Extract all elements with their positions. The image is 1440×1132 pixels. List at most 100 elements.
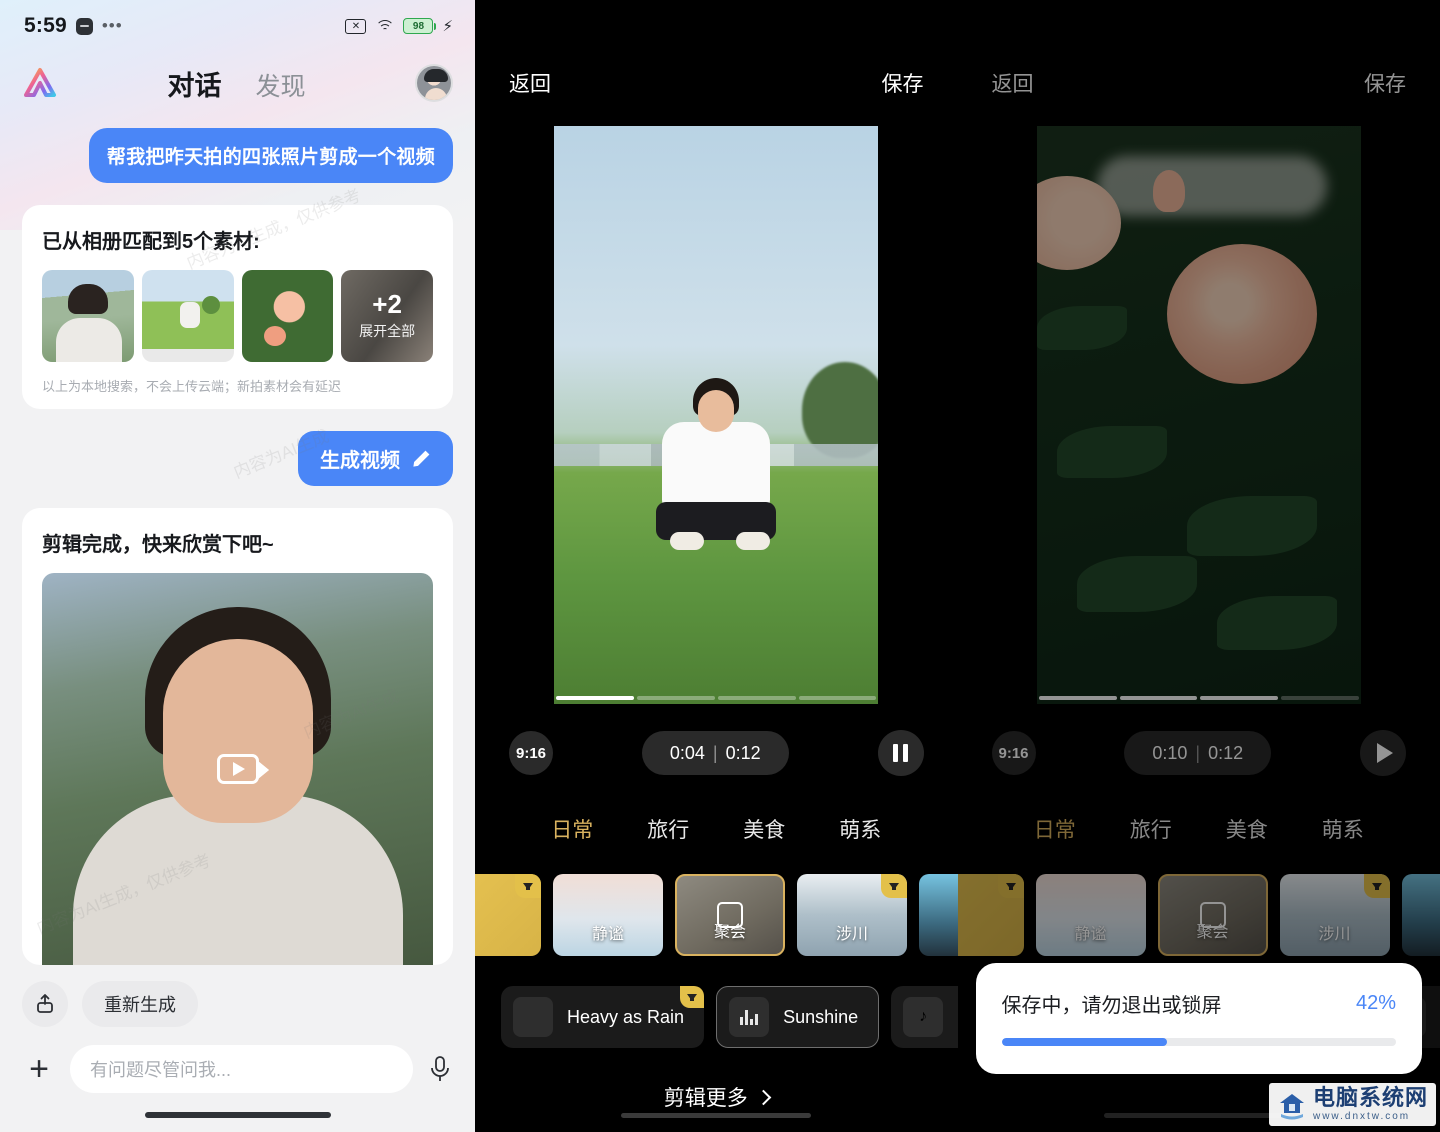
- total-time-label: 0:12: [725, 742, 761, 763]
- preview-scene-grass: [554, 126, 879, 704]
- saving-progress-fill: [1001, 1038, 1168, 1046]
- chat-action-bar: 重新生成: [0, 965, 475, 1027]
- tab-cute[interactable]: 萌系: [839, 814, 881, 844]
- chevron-right-icon: [755, 1089, 772, 1105]
- dnxtw-site-name: 电脑系统网: [1312, 1085, 1428, 1111]
- tab-daily[interactable]: 日常: [551, 814, 593, 844]
- status-bar-right: ✕ 98 ⚡: [345, 18, 453, 34]
- asset-thumbnail[interactable]: [141, 270, 234, 362]
- video-editor-panel-left: 返回 保存 9:16 0:04 | 0:12 日常 旅行 美食 萌系 静谧 聚会…: [475, 0, 958, 1132]
- regenerate-button[interactable]: 重新生成: [82, 981, 198, 1027]
- tab-conversation[interactable]: 对话: [167, 64, 221, 103]
- music-item-selected[interactable]: Sunshine: [716, 986, 880, 1048]
- template-item[interactable]: 涉川: [797, 874, 907, 956]
- editor-topbar-left: 返回 保存: [475, 0, 958, 98]
- tab-food[interactable]: 美食: [743, 814, 785, 844]
- dnxtw-text-block: 电脑系统网 www.dnxtw.com: [1313, 1087, 1428, 1122]
- video-preview-left[interactable]: [554, 126, 879, 704]
- saving-percent-label: 42%: [1355, 992, 1396, 1014]
- template-list-left[interactable]: 静谧 聚会 涉川 虹: [475, 844, 958, 956]
- download-badge[interactable]: [881, 874, 907, 898]
- matched-assets-card: 已从相册匹配到5个素材: +2 展开全部 以上为本地搜索，不会上传云端；新拍素材…: [22, 205, 453, 409]
- download-badge[interactable]: [515, 874, 541, 898]
- asset-thumbnail[interactable]: [42, 270, 134, 362]
- music-name: Sunshine: [783, 1006, 859, 1027]
- generate-video-button[interactable]: 生成视频: [298, 431, 453, 486]
- template-item-selected[interactable]: 聚会: [675, 874, 785, 956]
- video-editor-panel-right: 返回 保存 9:16 0:10 | 0:12 日常 旅行 美食 萌系 静谧 聚会…: [957, 0, 1440, 1132]
- pause-button[interactable]: [877, 730, 924, 776]
- battery-level-label: 98: [412, 20, 425, 32]
- chat-composer: + 有问题尽管问我...: [0, 1027, 475, 1093]
- time-separator: |: [712, 742, 718, 763]
- playback-controls-left: 9:16 0:04 | 0:12: [475, 704, 958, 776]
- status-bar-left: 5:59 •••: [24, 14, 123, 38]
- share-button[interactable]: [22, 981, 68, 1027]
- edit-template-icon[interactable]: [717, 902, 743, 928]
- charging-bolt-icon: ⚡: [442, 17, 453, 35]
- preview-face-shape: [162, 639, 313, 823]
- template-category-tabs-left: 日常 旅行 美食 萌系: [475, 776, 958, 844]
- expand-all-thumbnail[interactable]: +2 展开全部: [341, 270, 433, 362]
- add-attachment-icon[interactable]: +: [22, 1052, 56, 1086]
- tab-discover[interactable]: 发现: [255, 67, 305, 103]
- music-item[interactable]: Heavy as Rain: [501, 986, 705, 1048]
- app-logo-icon: [22, 66, 58, 100]
- clip-progress-bar-left[interactable]: [554, 696, 878, 700]
- home-indicator: [621, 1113, 812, 1118]
- time-indicator: 0:04 | 0:12: [641, 731, 789, 775]
- battery-icon: 98: [403, 18, 437, 34]
- result-video-card: 剪辑完成，快来欣赏下吧~: [22, 508, 453, 965]
- music-list-left[interactable]: ♫ Heavy as Rain Sunshine ♪ Nice Guy: [475, 956, 958, 1048]
- editor-panels: 返回 保存 9:16 0:04 | 0:12 日常 旅行 美食 萌系 静谧 聚会…: [475, 0, 1440, 1132]
- house-logo-icon: [1277, 1090, 1307, 1120]
- chat-tab-bar: 对话 发现: [58, 64, 415, 103]
- template-label: 静谧: [591, 926, 624, 943]
- no-sim-icon: ✕: [345, 18, 367, 34]
- template-item[interactable]: [475, 874, 541, 956]
- dnxtw-site-url: www.dnxtw.com: [1312, 1111, 1411, 1122]
- more-editing-label: 剪辑更多: [663, 1087, 748, 1110]
- chat-phone-panel: 5:59 ••• ✕ 98 ⚡ 对话 发现 帮我把昨天拍的四张照片剪成一个视频 …: [0, 0, 475, 1132]
- home-indicator: [144, 1112, 331, 1118]
- scene-person-shoe: [736, 532, 771, 550]
- scene-person-shoe: [670, 532, 705, 550]
- music-item[interactable]: ♪ Nice Guy: [891, 986, 958, 1048]
- saving-message: 保存中，请勿退出或锁屏: [1001, 995, 1222, 1017]
- status-overflow-dots: •••: [101, 16, 123, 35]
- equalizer-icon: [740, 1009, 759, 1025]
- dnxtw-watermark: 电脑系统网 www.dnxtw.com: [1268, 1083, 1436, 1126]
- saving-progress-dialog: 保存中，请勿退出或锁屏 42%: [975, 963, 1422, 1074]
- local-search-note: 以上为本地搜索，不会上传云端；新拍素材会有延迟: [42, 379, 342, 394]
- scene-person-face: [698, 390, 735, 432]
- notification-app-icon: [75, 17, 93, 35]
- regenerate-label: 重新生成: [104, 995, 176, 1015]
- saving-dialog-row: 保存中，请勿退出或锁屏 42%: [1002, 989, 1397, 1018]
- matched-thumbnail-row: +2 展开全部: [42, 270, 433, 362]
- microphone-icon[interactable]: [427, 1054, 453, 1084]
- chat-input-field[interactable]: 有问题尽管问我...: [70, 1045, 413, 1093]
- more-editing-link[interactable]: 剪辑更多: [475, 1048, 958, 1112]
- music-artwork: ♪: [903, 997, 944, 1037]
- save-button[interactable]: 保存: [882, 68, 924, 98]
- matched-assets-title: 已从相册匹配到5个素材:: [42, 231, 260, 253]
- template-item[interactable]: 静谧: [553, 874, 663, 956]
- tab-travel[interactable]: 旅行: [647, 814, 689, 844]
- chat-header: 对话 发现: [0, 52, 475, 114]
- download-badge[interactable]: [680, 986, 705, 1008]
- scene-person-shirt: [662, 422, 771, 514]
- saving-progress-track: [1001, 1038, 1396, 1046]
- user-avatar[interactable]: [415, 64, 453, 102]
- asset-thumbnail[interactable]: [241, 270, 334, 362]
- status-time: 5:59: [24, 14, 67, 37]
- template-item[interactable]: 虹: [919, 874, 958, 956]
- user-message-bubble: 帮我把昨天拍的四张照片剪成一个视频: [88, 128, 453, 183]
- music-name: Heavy as Rain: [567, 1006, 685, 1027]
- video-play-icon[interactable]: [216, 754, 259, 784]
- expand-all-label: 展开全部: [359, 323, 416, 339]
- back-button[interactable]: 返回: [509, 68, 551, 98]
- result-video-preview[interactable]: [42, 573, 433, 965]
- pause-icon: [893, 744, 908, 762]
- extra-count-label: +2: [372, 289, 402, 319]
- aspect-ratio-badge[interactable]: 9:16: [509, 731, 553, 775]
